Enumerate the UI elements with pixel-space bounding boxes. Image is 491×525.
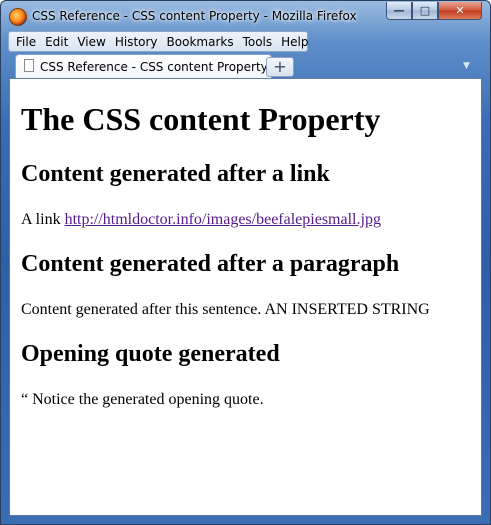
menu-tools[interactable]: Tools: [243, 35, 273, 49]
tab-list-arrow-icon[interactable]: ▼: [463, 61, 470, 71]
window-bottom-frame: [9, 516, 482, 522]
minimize-button[interactable]: —: [386, 2, 412, 20]
page-title: The CSS content Property: [21, 101, 381, 137]
maximize-icon: □: [419, 4, 431, 17]
link-prefix: A link: [21, 211, 61, 228]
tab-active[interactable]: CSS Reference - CSS content Property: [15, 54, 272, 78]
image-link[interactable]: http://htmldoctor.info/images/beefalepie…: [65, 211, 381, 228]
window-title: CSS Reference - CSS content Property - M…: [32, 9, 357, 23]
section-heading-paragraph: Content generated after a paragraph: [21, 251, 400, 277]
page-content: The CSS content Property Content generat…: [9, 78, 482, 516]
close-icon: ✕: [455, 4, 465, 17]
page-icon: [24, 59, 34, 72]
new-tab-button[interactable]: +: [266, 57, 294, 77]
menu-bookmarks[interactable]: Bookmarks: [167, 35, 234, 49]
tab-label: CSS Reference - CSS content Property: [40, 60, 268, 74]
section-heading-link: Content generated after a link: [21, 161, 330, 187]
quote-text: “ Notice the generated opening quote.: [21, 391, 264, 408]
firefox-logo-icon: [9, 8, 27, 26]
minimize-icon: —: [393, 4, 405, 17]
menu-bar: File Edit View History Bookmarks Tools H…: [8, 31, 309, 52]
maximize-button[interactable]: □: [412, 2, 438, 20]
close-button[interactable]: ✕: [438, 2, 482, 20]
menu-history[interactable]: History: [115, 35, 158, 49]
link-paragraph: A link http://htmldoctor.info/images/bee…: [21, 211, 381, 229]
paragraph-text: Content generated after this sentence. A…: [21, 301, 430, 318]
window-controls: — □ ✕: [386, 2, 482, 20]
browser-window: CSS Reference - CSS content Property - M…: [0, 0, 491, 525]
menu-help[interactable]: Help: [281, 35, 308, 49]
menu-file[interactable]: File: [16, 35, 36, 49]
section-heading-quote: Opening quote generated: [21, 341, 280, 367]
tab-strip: CSS Reference - CSS content Property + ▼: [8, 54, 484, 78]
title-bar[interactable]: CSS Reference - CSS content Property - M…: [1, 1, 490, 31]
menu-edit[interactable]: Edit: [45, 35, 68, 49]
menu-view[interactable]: View: [77, 35, 105, 49]
plus-icon: +: [273, 57, 287, 76]
